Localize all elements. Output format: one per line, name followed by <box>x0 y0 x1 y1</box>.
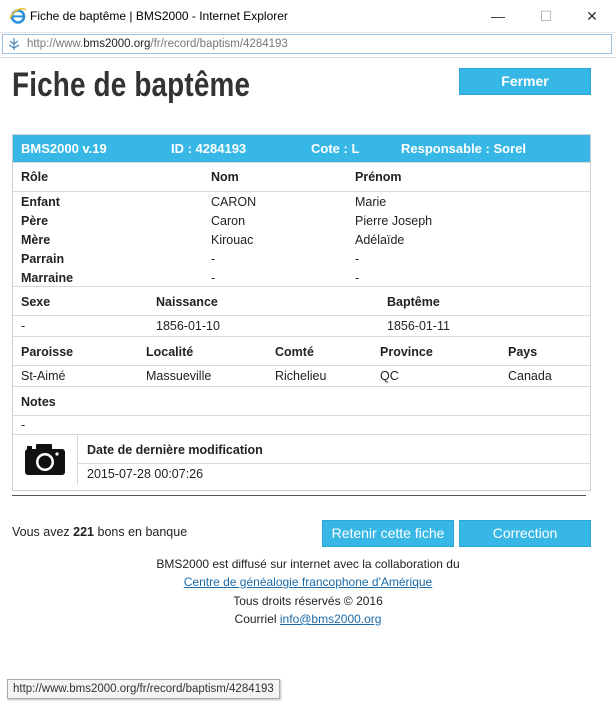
value-modified: 2015-07-28 00:07:26 <box>87 467 204 481</box>
value-notes: - <box>21 418 26 432</box>
prenom-marraine: - <box>355 271 360 285</box>
value-localite: Massueville <box>146 369 212 383</box>
email-link[interactable]: info@bms2000.org <box>280 612 382 626</box>
prenom-parrain: - <box>355 252 360 266</box>
header-sexe: Sexe <box>21 295 51 309</box>
close-button[interactable]: Fermer <box>459 68 591 95</box>
record-id: ID : 4284193 <box>171 141 247 156</box>
header-paroisse: Paroisse <box>21 345 74 359</box>
window-titlebar: Fiche de baptême | BMS2000 - Internet Ex… <box>0 0 616 33</box>
separator <box>12 495 586 496</box>
record-header: BMS2000 v.19 ID : 4284193 Cote : L Respo… <box>13 135 590 162</box>
url-domain: bms2000.org <box>83 38 151 50</box>
value-comte: Richelieu <box>275 369 327 383</box>
notes-table: Notes - <box>13 386 590 434</box>
modified-table: Date de dernière modification 2015-07-28… <box>13 434 590 486</box>
header-comte: Comté <box>275 345 314 359</box>
site-icon <box>8 38 20 50</box>
cgfa-link[interactable]: Centre de généalogie francophone d'Améri… <box>184 575 432 589</box>
role-pere: Père <box>21 214 49 228</box>
camera-cell <box>13 435 78 485</box>
minimize-button[interactable]: — <box>478 4 518 28</box>
bank-suffix: bons en banque <box>94 525 188 539</box>
role-mere: Mère <box>21 233 51 247</box>
status-bar: http://www.bms2000.org/fr/record/baptism… <box>7 679 280 699</box>
divider <box>13 365 590 366</box>
bank-count: 221 <box>73 525 95 539</box>
header-pays: Pays <box>508 345 538 359</box>
header-modified: Date de dernière modification <box>87 443 263 457</box>
value-naissance: 1856-01-10 <box>156 319 220 333</box>
divider <box>13 415 590 416</box>
divider <box>13 315 590 316</box>
header-notes: Notes <box>21 395 56 409</box>
bank-prefix: Vous avez <box>12 525 74 539</box>
header-province: Province <box>380 345 433 359</box>
value-pays: Canada <box>508 369 552 383</box>
header-localite: Localité <box>146 345 194 359</box>
header-bapteme: Baptême <box>387 295 440 309</box>
nom-parrain: - <box>211 252 216 266</box>
record-responsable: Responsable : Sorel <box>401 141 526 156</box>
value-province: QC <box>380 369 399 383</box>
role-enfant: Enfant <box>21 195 60 209</box>
prenom-pere: Pierre Joseph <box>355 214 433 228</box>
header-nom: Nom <box>211 170 239 184</box>
maximize-button[interactable]: ☐ <box>526 4 566 28</box>
address-url: http://www.bms2000.org/fr/record/baptism… <box>27 38 288 50</box>
page-content: Fiche de baptême Fermer BMS2000 v.19 ID … <box>0 58 616 705</box>
address-field[interactable]: http://www.bms2000.org/fr/record/baptism… <box>2 34 612 54</box>
page-title: Fiche de baptême <box>12 66 251 104</box>
mail-label: Courriel <box>234 612 280 626</box>
url-path: /fr/record/baptism/4284193 <box>150 38 288 50</box>
nom-marraine: - <box>211 271 216 285</box>
persons-table: Rôle Nom Prénom Enfant CARON Marie Père … <box>13 162 590 286</box>
camera-icon <box>25 444 65 475</box>
value-sexe: - <box>21 319 26 333</box>
footer-mail-row: Courriel info@bms2000.org <box>0 612 616 626</box>
footer-copyright: Tous droits réservés © 2016 <box>233 594 383 608</box>
role-parrain: Parrain <box>21 252 65 266</box>
header-prenom: Prénom <box>355 170 402 184</box>
dates-table: Sexe Naissance Baptême - 1856-01-10 1856… <box>13 286 590 336</box>
footer-collab: BMS2000 est diffusé sur internet avec la… <box>156 557 460 571</box>
footer-link-row: Centre de généalogie francophone d'Améri… <box>0 575 616 589</box>
divider <box>13 191 590 192</box>
nom-enfant: CARON <box>211 195 257 209</box>
bank-balance: Vous avez 221 bons en banque <box>12 525 187 539</box>
retain-record-button[interactable]: Retenir cette fiche <box>322 520 454 547</box>
value-paroisse: St-Aimé <box>21 369 66 383</box>
record-cote: Cote : L <box>311 141 360 156</box>
prenom-mere: Adélaïde <box>355 233 405 247</box>
header-role: Rôle <box>21 170 49 184</box>
correction-button[interactable]: Correction <box>459 520 591 547</box>
prenom-enfant: Marie <box>355 195 387 209</box>
nom-pere: Caron <box>211 214 246 228</box>
header-naissance: Naissance <box>156 295 218 309</box>
value-bapteme: 1856-01-11 <box>387 319 451 333</box>
divider <box>77 463 590 464</box>
place-table: Paroisse Localité Comté Province Pays St… <box>13 336 590 386</box>
nom-mere: Kirouac <box>211 233 254 247</box>
app-version: BMS2000 v.19 <box>21 141 107 156</box>
record-card: BMS2000 v.19 ID : 4284193 Cote : L Respo… <box>12 134 591 491</box>
window-title: Fiche de baptême | BMS2000 - Internet Ex… <box>30 9 288 23</box>
internet-explorer-icon <box>9 7 27 24</box>
role-marraine: Marraine <box>21 271 74 285</box>
url-prefix: http://www. <box>27 38 84 50</box>
address-bar: http://www.bms2000.org/fr/record/baptism… <box>0 33 616 58</box>
close-window-button[interactable]: ✕ <box>572 4 612 28</box>
